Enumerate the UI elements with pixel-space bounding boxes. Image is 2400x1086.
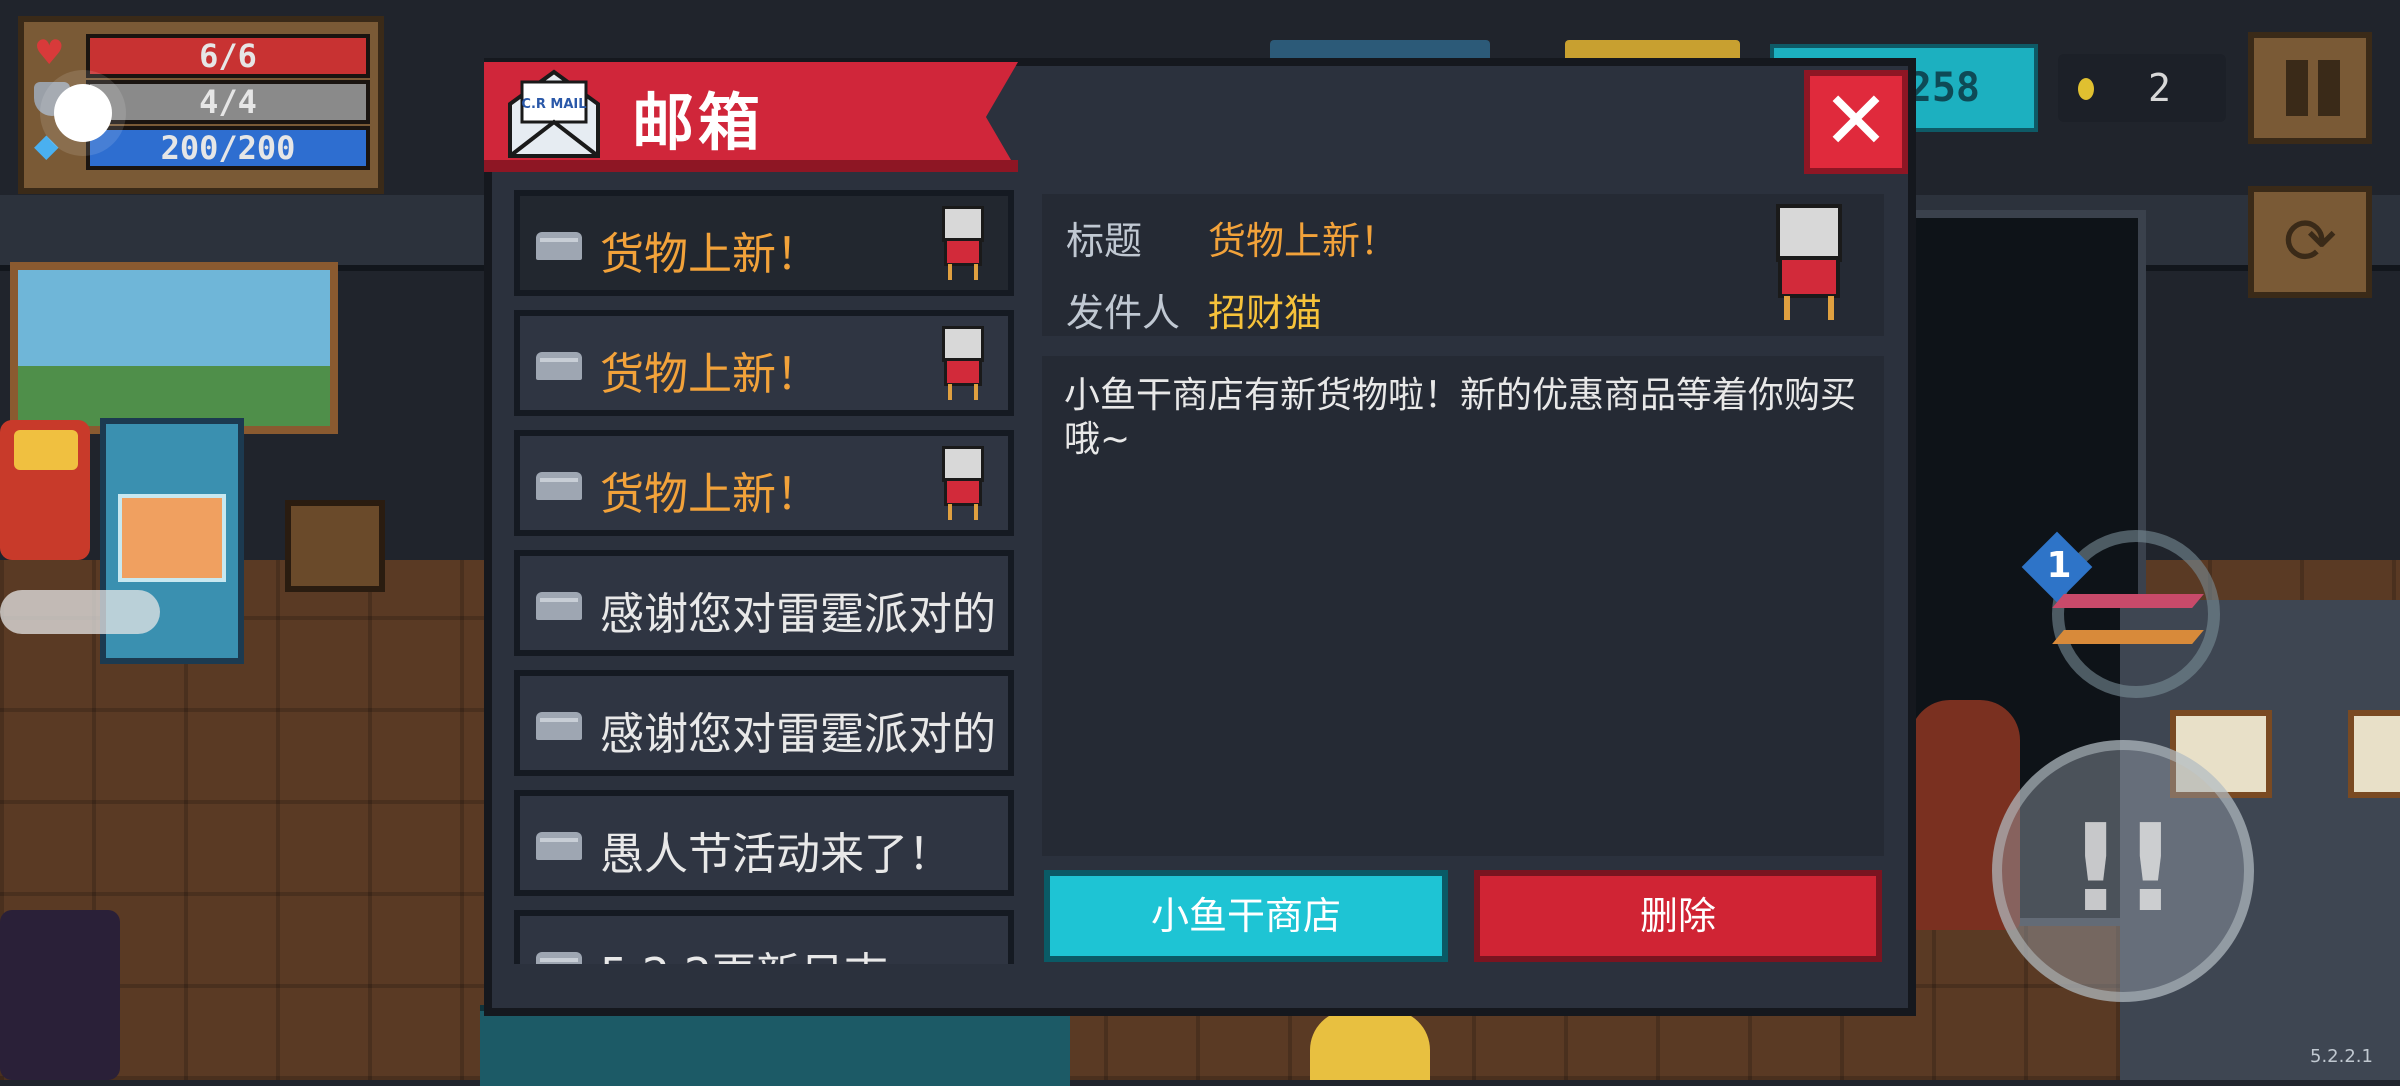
mail-list-item[interactable]: 愚人节活动来了！ — [514, 790, 1014, 896]
sender-avatar — [1772, 204, 1846, 322]
npc-warrior — [0, 420, 90, 560]
fish-shop-button[interactable]: 小鱼干商店 — [1044, 870, 1448, 962]
mail-body-panel: 小鱼干商店有新货物啦！新的优惠商品等着你购买哦~ — [1042, 356, 1884, 856]
skill-button[interactable]: !! — [1992, 740, 2254, 1002]
sender-label: 发件人 — [1066, 291, 1181, 335]
health-bar: 6/6 — [86, 34, 370, 78]
envelope-icon — [536, 232, 582, 260]
mail-list-item[interactable]: 感谢您对雷霆派对的 — [514, 550, 1014, 656]
envelope-icon — [536, 352, 582, 380]
coin-icon — [2078, 78, 2094, 100]
version-label: 5.2.2.1 — [2310, 1046, 2373, 1067]
envelope-icon — [536, 952, 582, 964]
title-label: 标题 — [1066, 219, 1143, 263]
mail-subject: 货物上新！ — [600, 469, 820, 520]
mail-list[interactable]: 货物上新！ 货物上新！ 货物上新！ 感谢您对雷霆派对的 感谢您对雷霆派对的 愚人… — [506, 180, 1020, 964]
mail-icon-text: C.R MAIL — [521, 97, 586, 112]
mailbox-title: 邮箱 — [632, 86, 765, 159]
swap-character-button[interactable]: ⟳ — [2248, 186, 2372, 298]
envelope-icon — [536, 592, 582, 620]
mail-subject: 货物上新！ — [600, 229, 820, 280]
touch-indicator[interactable] — [54, 84, 112, 142]
armor-bar: 4/4 — [86, 80, 370, 124]
energy-bar: 200/200 — [86, 126, 370, 170]
smoke-cloud — [0, 590, 160, 634]
envelope-icon — [536, 472, 582, 500]
wall-poster — [10, 262, 338, 434]
mail-list-item[interactable]: 货物上新！ — [514, 190, 1014, 296]
mail-subject: 愚人节活动来了！ — [600, 829, 952, 880]
lucky-cat-icon — [940, 446, 986, 522]
gacha-glass — [118, 494, 226, 582]
mail-subject: 感谢您对雷霆派对的 — [600, 709, 996, 760]
pause-button[interactable] — [2248, 32, 2372, 144]
mail-envelope-icon: C.R MAIL — [508, 69, 600, 158]
mail-body-text: 小鱼干商店有新货物啦！新的优惠商品等着你购买哦~ — [1064, 375, 1857, 460]
mail-subject: 5.2.2更新日志 — [600, 938, 888, 964]
scene-shelf — [480, 1005, 1070, 1086]
envelope-icon — [536, 832, 582, 860]
heart-icon: ♥ — [34, 33, 65, 73]
delete-button[interactable]: 删除 — [1474, 870, 1882, 962]
weapon-blade-icon — [2052, 630, 2204, 644]
weapon-slot-number: 1 — [2046, 545, 2072, 586]
envelope-icon — [536, 712, 582, 740]
lucky-cat-icon — [940, 326, 986, 402]
coin-counter: 2 — [2058, 54, 2226, 122]
mail-list-item[interactable]: 感谢您对雷霆派对的 — [514, 670, 1014, 776]
mail-subject: 感谢您对雷霆派对的 — [600, 589, 996, 640]
mail-list-item[interactable]: 货物上新！ — [514, 430, 1014, 536]
weapon-blade-icon — [2052, 594, 2204, 608]
npc-dark-knight — [0, 910, 120, 1080]
mail-list-item[interactable]: 5.2.2更新日志 — [514, 910, 1014, 964]
lucky-cat-icon — [940, 206, 986, 282]
npc-yellow-hair — [1310, 1010, 1430, 1080]
treasure-chest — [285, 500, 385, 592]
wall-frame — [2348, 710, 2400, 798]
close-button[interactable]: ✕ — [1804, 70, 1908, 174]
sender-value: 招财猫 — [1208, 291, 1323, 335]
coin-count: 2 — [2148, 66, 2171, 110]
mail-list-item[interactable]: 货物上新！ — [514, 310, 1014, 416]
title-value: 货物上新！ — [1208, 219, 1399, 263]
mail-subject: 货物上新！ — [600, 349, 820, 400]
